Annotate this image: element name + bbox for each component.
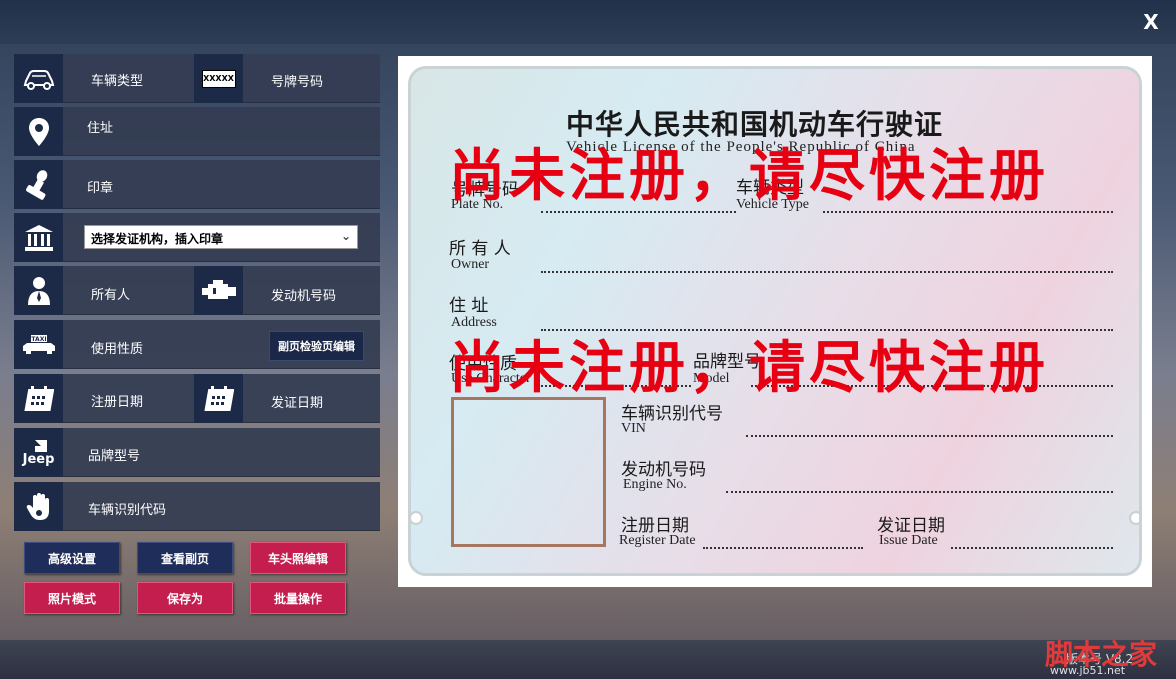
person-icon bbox=[14, 266, 63, 315]
site-url: www.jb51.net bbox=[1050, 664, 1126, 677]
row-vehicle-type: 车辆类型 XXXXX 号牌号码 bbox=[14, 54, 380, 103]
row-dates: 注册日期 发证日期 bbox=[14, 374, 380, 423]
row-vin: 车辆识别代码 bbox=[14, 482, 380, 531]
issue-date-line bbox=[951, 547, 1113, 549]
jeep-icon-text: Jeep bbox=[22, 451, 55, 467]
vin-label-en: VIN bbox=[621, 421, 646, 436]
title-bar bbox=[0, 0, 1176, 44]
taxi-icon: TAXI bbox=[14, 320, 63, 369]
engine-label-en: Engine No. bbox=[623, 477, 687, 492]
status-bar bbox=[0, 640, 1176, 679]
location-pin-icon bbox=[14, 107, 63, 156]
calendar-icon bbox=[194, 374, 243, 423]
register-date-line bbox=[703, 547, 863, 549]
address-label: 住 址 bbox=[449, 296, 489, 316]
view-secondary-page-button[interactable]: 查看副页 bbox=[137, 542, 233, 574]
unregistered-watermark-top: 尚未注册，请尽快注册 bbox=[449, 143, 1049, 209]
row-stamp: 印章 bbox=[14, 160, 380, 209]
engine-number-field[interactable]: 发动机号码 bbox=[271, 285, 336, 304]
issuing-authority-select[interactable]: 选择发证机构，插入印章 ⌄ bbox=[84, 225, 358, 249]
license-plate-icon: XXXXX bbox=[194, 54, 243, 103]
chevron-down-icon: ⌄ bbox=[340, 229, 351, 243]
use-character-field[interactable]: 使用性质 bbox=[91, 338, 143, 357]
stamp-field[interactable]: 印章 bbox=[87, 177, 113, 196]
owner-label: 所 有 人 bbox=[449, 239, 511, 259]
car-icon bbox=[14, 54, 63, 103]
photo-mode-button[interactable]: 照片模式 bbox=[24, 582, 120, 614]
row-brand-model: Jeep 品牌型号 bbox=[14, 428, 380, 477]
vin-line bbox=[746, 435, 1113, 437]
owner-field[interactable]: 所有人 bbox=[91, 284, 130, 303]
batch-operation-button[interactable]: 批量操作 bbox=[250, 582, 346, 614]
vehicle-type-field[interactable]: 车辆类型 bbox=[91, 70, 143, 89]
card-hole-right bbox=[1129, 511, 1139, 525]
bank-building-icon bbox=[14, 213, 63, 262]
hand-icon bbox=[14, 482, 63, 531]
card-hole-left bbox=[411, 511, 423, 525]
row-owner: 所有人 发动机号码 bbox=[14, 266, 380, 315]
owner-label-en: Owner bbox=[451, 257, 490, 272]
jeep-brand-icon: Jeep bbox=[14, 428, 63, 477]
advanced-settings-button[interactable]: 高级设置 bbox=[24, 542, 120, 574]
taxi-icon-text: TAXI bbox=[31, 336, 46, 343]
register-date-label-en: Register Date bbox=[619, 533, 696, 548]
vin-field[interactable]: 车辆识别代码 bbox=[88, 499, 166, 518]
address-field[interactable]: 住址 bbox=[87, 117, 113, 136]
vehicle-photo-frame[interactable] bbox=[451, 397, 606, 547]
owner-line bbox=[541, 271, 1113, 273]
close-button[interactable]: X bbox=[1140, 10, 1162, 34]
calendar-icon bbox=[14, 374, 63, 423]
row-issuing-authority: 选择发证机构，插入印章 ⌄ bbox=[14, 213, 380, 262]
engine-icon bbox=[194, 266, 243, 315]
register-date-field[interactable]: 注册日期 bbox=[91, 391, 143, 410]
license-card: 中华人民共和国机动车行驶证 Vehicle License of the Peo… bbox=[408, 66, 1142, 576]
row-use-character: TAXI 使用性质 副页检验页编辑 bbox=[14, 320, 380, 369]
issue-date-field[interactable]: 发证日期 bbox=[271, 392, 323, 411]
plate-icon-text: XXXXX bbox=[201, 69, 236, 88]
issue-date-label-en: Issue Date bbox=[879, 533, 938, 548]
engine-line bbox=[726, 491, 1113, 493]
row-address: 住址 bbox=[14, 107, 380, 156]
secondary-page-edit-button[interactable]: 副页检验页编辑 bbox=[269, 331, 364, 361]
front-photo-edit-button[interactable]: 车头照编辑 bbox=[250, 542, 346, 574]
unregistered-watermark-bottom: 尚未注册，请尽快注册 bbox=[449, 335, 1049, 401]
brand-model-field[interactable]: 品牌型号 bbox=[88, 445, 140, 464]
plate-number-field[interactable]: 号牌号码 bbox=[271, 71, 323, 90]
issuing-authority-value: 选择发证机构，插入印章 bbox=[91, 232, 224, 246]
license-preview: 中华人民共和国机动车行驶证 Vehicle License of the Peo… bbox=[398, 56, 1152, 587]
save-as-button[interactable]: 保存为 bbox=[137, 582, 233, 614]
stamp-icon bbox=[14, 160, 63, 209]
